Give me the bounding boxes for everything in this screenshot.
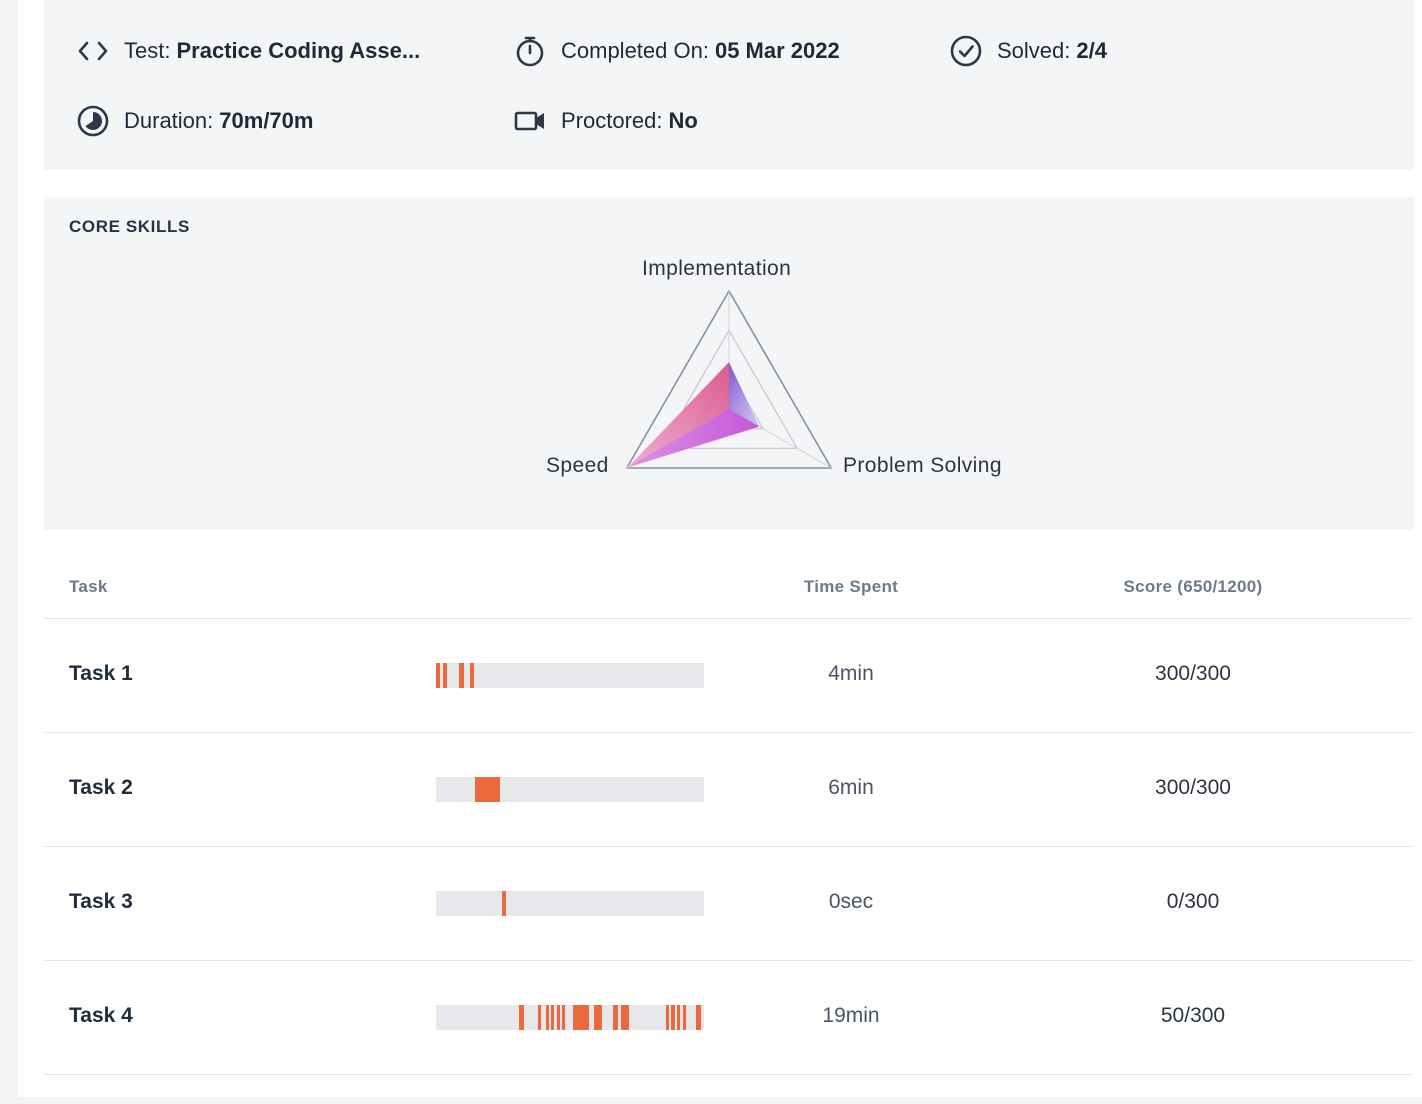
activity-segment xyxy=(442,663,447,688)
header-time-spent: Time Spent xyxy=(803,577,899,596)
core-skills-radar-chart xyxy=(626,290,832,469)
table-row[interactable]: Task 3 0sec 0/300 xyxy=(44,847,1414,961)
duration-label: Duration: xyxy=(124,108,214,133)
table-row[interactable]: Task 1 4min 300/300 xyxy=(44,619,1414,733)
activity-segment xyxy=(469,663,474,688)
table-row[interactable]: Task 2 6min 300/300 xyxy=(44,733,1414,847)
check-circle-icon xyxy=(949,34,983,68)
test-summary-panel: Test: Practice Coding Asse... Completed … xyxy=(44,0,1414,170)
activity-segment xyxy=(670,1005,675,1030)
duration-value: 70m/70m xyxy=(219,108,314,133)
code-icon xyxy=(76,34,110,68)
activity-segment xyxy=(561,1005,565,1030)
activity-timeline xyxy=(436,891,704,916)
activity-timeline xyxy=(436,1005,704,1030)
activity-segment xyxy=(682,1005,686,1030)
completed-info: Completed On: 05 Mar 2022 xyxy=(513,34,840,68)
activity-segment xyxy=(556,1005,560,1030)
header-task: Task xyxy=(69,577,108,596)
solved-info: Solved: 2/4 xyxy=(949,34,1107,68)
core-skills-panel: CORE SKILLS Implementation Speed Problem… xyxy=(44,197,1414,530)
clock-pie-icon xyxy=(76,104,110,138)
test-label: Test: xyxy=(124,38,171,63)
task-score: 50/300 xyxy=(1160,1004,1226,1027)
activity-segment xyxy=(519,1005,525,1030)
task-name: Task 3 xyxy=(69,890,133,913)
proctored-value: No xyxy=(668,108,698,133)
bottom-divider xyxy=(18,1097,1422,1104)
completed-date: 05 Mar 2022 xyxy=(714,38,840,63)
activity-segment xyxy=(436,663,441,688)
time-spent: 0sec xyxy=(828,890,874,913)
table-row[interactable]: Task 4 19min 50/300 xyxy=(44,961,1414,1075)
test-name: Practice Coding Asse... xyxy=(176,38,421,63)
activity-segment xyxy=(458,663,465,688)
axis-label-problem-solving: Problem Solving xyxy=(843,454,1002,477)
activity-segment xyxy=(612,1005,619,1030)
activity-segment xyxy=(666,1005,670,1030)
activity-segment xyxy=(594,1005,603,1030)
time-spent: 4min xyxy=(828,662,874,685)
activity-segment xyxy=(695,1005,702,1030)
left-rail xyxy=(0,0,18,1104)
axis-label-speed: Speed xyxy=(546,454,609,477)
activity-segment xyxy=(551,1005,555,1030)
task-score: 300/300 xyxy=(1155,662,1231,685)
activity-segment xyxy=(501,891,507,916)
task-name: Task 4 xyxy=(69,1004,133,1027)
header-score: Score (650/1200) xyxy=(1123,577,1263,596)
time-spent: 19min xyxy=(822,1004,880,1027)
solved-count: 2/4 xyxy=(1076,38,1107,63)
video-camera-icon xyxy=(513,104,547,138)
activity-timeline xyxy=(436,663,704,688)
proctored-info: Proctored: No xyxy=(513,104,698,138)
duration-info: Duration: 70m/70m xyxy=(76,104,313,138)
axis-label-implementation: Implementation xyxy=(642,257,792,280)
activity-segment xyxy=(474,777,501,802)
activity-segment xyxy=(620,1005,629,1030)
task-name: Task 2 xyxy=(69,776,133,799)
activity-segment xyxy=(537,1005,541,1030)
task-score: 300/300 xyxy=(1155,776,1231,799)
proctored-label: Proctored: xyxy=(561,108,663,133)
activity-segment xyxy=(545,1005,549,1030)
activity-timeline xyxy=(436,777,704,802)
stopwatch-icon xyxy=(513,34,547,68)
solved-label: Solved: xyxy=(997,38,1071,63)
task-score: 0/300 xyxy=(1166,890,1220,913)
table-header: Task Time Spent Score (650/1200) xyxy=(44,555,1414,619)
completed-label: Completed On: xyxy=(561,38,709,63)
activity-segment xyxy=(572,1005,589,1030)
task-name: Task 1 xyxy=(69,662,133,685)
time-spent: 6min xyxy=(828,776,874,799)
test-info: Test: Practice Coding Asse... xyxy=(76,34,420,68)
task-table: Task Time Spent Score (650/1200) Task 1 … xyxy=(44,555,1414,1075)
activity-segment xyxy=(677,1005,681,1030)
